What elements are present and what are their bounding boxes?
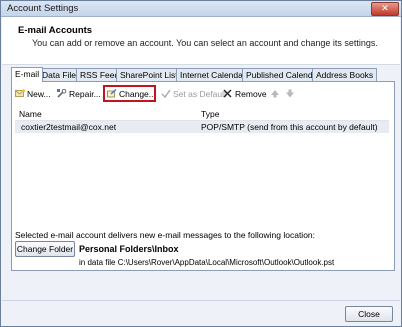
arrow-down-icon: [286, 89, 294, 98]
checkmark-icon: [161, 89, 171, 98]
account-settings-window: Account Settings ✕ E-mail Accounts You c…: [0, 0, 402, 327]
remove-x-icon: [223, 89, 232, 98]
tab-address-books[interactable]: Address Books: [312, 68, 378, 81]
folder-path: Personal Folders\Inbox: [79, 244, 179, 254]
delivery-location-text: Selected e-mail account delivers new e-m…: [15, 230, 316, 240]
window-close-icon[interactable]: ✕: [371, 2, 399, 16]
move-down-button[interactable]: [285, 88, 297, 101]
new-mail-icon: [15, 89, 25, 97]
footer-separator: [2, 300, 400, 301]
column-type: Type: [201, 109, 220, 119]
change-folder-button[interactable]: Change Folder: [15, 241, 75, 257]
window-title: Account Settings: [7, 3, 79, 14]
close-button[interactable]: Close: [345, 306, 393, 322]
title-bar: Account Settings ✕: [1, 1, 401, 17]
column-name: Name: [19, 109, 42, 119]
set-as-default-label: Set as Default: [173, 89, 227, 99]
repair-label: Repair...: [69, 89, 101, 99]
data-file-path: in data file C:\Users\Rover\AppData\Loca…: [79, 258, 335, 267]
account-row[interactable]: coxtier2testmail@cox.net POP/SMTP (send …: [15, 121, 389, 133]
arrow-up-icon: [271, 90, 279, 98]
new-label: New...: [27, 89, 51, 99]
new-button[interactable]: New...: [15, 88, 51, 101]
repair-icon: [57, 89, 67, 98]
set-as-default-button[interactable]: Set as Default: [161, 88, 226, 101]
account-name: coxtier2testmail@cox.net: [21, 122, 117, 132]
repair-button[interactable]: Repair...: [57, 88, 101, 101]
account-list-header: Name Type: [15, 109, 389, 121]
change-highlight-box: [103, 85, 156, 102]
header-title: E-mail Accounts: [18, 25, 93, 36]
dialog-header: E-mail Accounts You can add or remove an…: [2, 17, 400, 65]
tab-email[interactable]: E-mail: [11, 67, 44, 82]
move-up-button[interactable]: [270, 88, 282, 101]
header-subtitle: You can add or remove an account. You ca…: [32, 38, 378, 48]
remove-label: Remove: [235, 89, 267, 99]
account-type: POP/SMTP (send from this account by defa…: [201, 122, 378, 132]
remove-button[interactable]: Remove: [223, 88, 267, 101]
